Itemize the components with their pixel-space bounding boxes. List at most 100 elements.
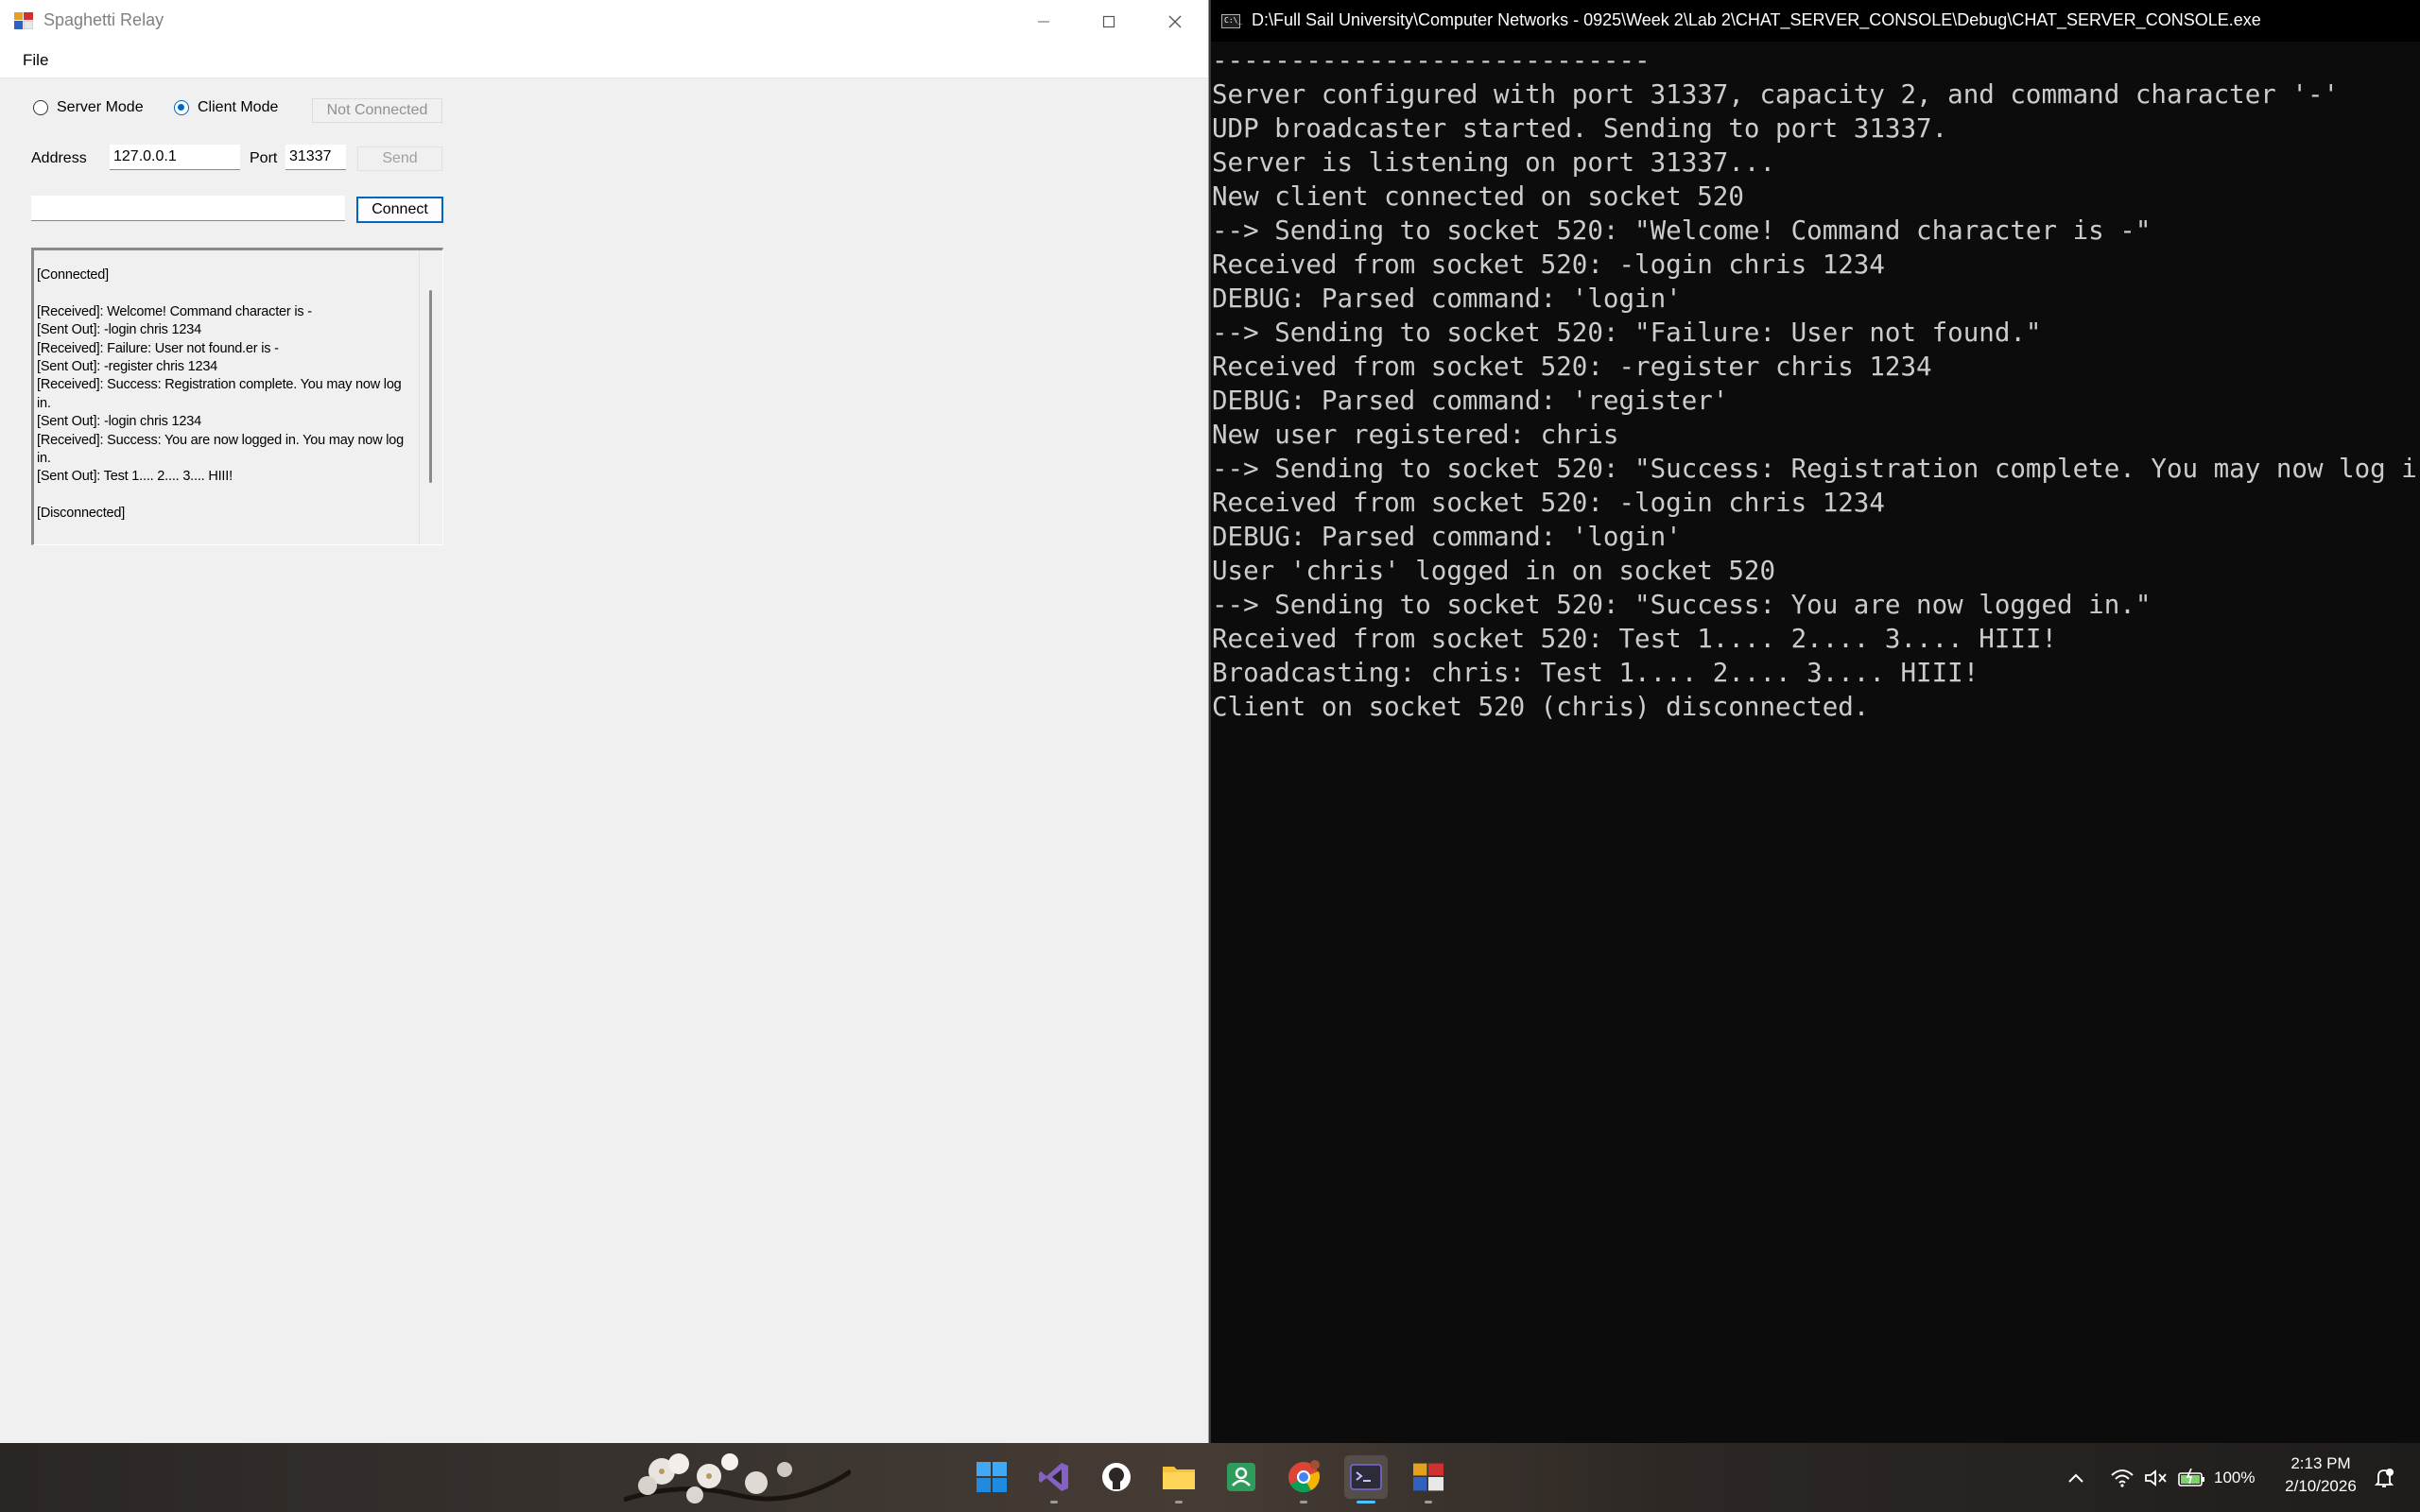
menu-file[interactable]: File <box>23 51 48 70</box>
visual-studio-indicator <box>1050 1501 1058 1503</box>
chat-log-line <box>37 284 415 302</box>
clock-date: 2/10/2026 <box>2285 1477 2357 1495</box>
chat-log-scrollbar[interactable] <box>419 250 442 544</box>
chat-log-line: [Received]: Welcome! Command character i… <box>37 303 312 319</box>
console-line: DEBUG: Parsed command: 'login' <box>1212 284 1682 314</box>
console-line: UDP broadcaster started. Sending to port… <box>1212 113 1948 144</box>
terminal-icon <box>1350 1464 1382 1490</box>
minimize-button[interactable] <box>1011 0 1077 43</box>
tray-volume[interactable] <box>2144 1443 2169 1512</box>
spaghetti-relay-indicator <box>1425 1501 1432 1503</box>
console-line: Received from socket 520: Test 1.... 2..… <box>1212 624 2058 654</box>
client-mode-radio[interactable]: Client Mode <box>174 99 278 116</box>
desktop: Spaghetti Relay File Server Mode Client … <box>0 0 2420 1512</box>
console-app-icon: C:\_ <box>1221 14 1242 28</box>
console-title: D:\Full Sail University\Computer Network… <box>1252 10 2261 29</box>
console-line: Broadcasting: chris: Test 1.... 2.... 3.… <box>1212 658 1979 688</box>
taskbar-terminal[interactable] <box>1344 1455 1388 1503</box>
port-label: Port <box>250 150 278 166</box>
spaghetti-relay-icon <box>1413 1463 1443 1491</box>
address-label: Address <box>31 150 87 166</box>
message-input[interactable] <box>31 196 345 221</box>
tray-battery[interactable]: 100% <box>2178 1443 2255 1512</box>
maximize-button[interactable] <box>1076 0 1142 43</box>
chat-log-line: [Sent Out]: -login chris 1234 <box>37 414 201 430</box>
connection-status-label: Not Connected <box>312 98 442 123</box>
terminal-indicator <box>1357 1501 1375 1503</box>
wifi-icon <box>2111 1469 2134 1487</box>
chat-log-lines: [Connected] [Received]: Welcome! Command … <box>37 266 415 524</box>
menu-bar: File <box>0 43 1208 78</box>
taskbar-file-explorer[interactable] <box>1157 1455 1201 1503</box>
close-button[interactable] <box>1142 0 1208 43</box>
console-line: Client on socket 520 (chris) disconnecte… <box>1212 692 1870 722</box>
chat-log-line: [Received]: Failure: User not found.er i… <box>37 340 279 356</box>
visual-studio-icon <box>1039 1463 1068 1491</box>
taskbar-github-desktop[interactable] <box>1095 1455 1138 1499</box>
console-line: Received from socket 520: -register chri… <box>1212 352 1932 382</box>
chat-log-scroll-thumb[interactable] <box>429 290 432 483</box>
taskbar-chrome[interactable] <box>1282 1455 1325 1503</box>
github-desktop-icon <box>1102 1463 1131 1491</box>
chat-log-line: [Received]: Success: You are now logged … <box>37 432 407 467</box>
contacts-icon <box>1227 1463 1255 1491</box>
minimize-icon <box>1038 21 1049 23</box>
console-line: --> Sending to socket 520: "Success: Reg… <box>1212 454 2417 484</box>
start-button[interactable] <box>970 1455 1013 1499</box>
tray-notifications[interactable] <box>2373 1443 2395 1512</box>
start-icon <box>977 1462 1007 1492</box>
taskbar-spaghetti-relay[interactable] <box>1407 1455 1450 1503</box>
relay-titlebar[interactable]: Spaghetti Relay <box>0 0 1208 43</box>
chat-log-line: [Received]: Success: Registration comple… <box>37 377 406 411</box>
taskbar-contacts[interactable] <box>1219 1455 1263 1499</box>
chat-log-line: [Disconnected] <box>37 506 126 522</box>
chat-log-line: [Sent Out]: -login chris 1234 <box>37 322 201 338</box>
spaghetti-relay-window: Spaghetti Relay File Server Mode Client … <box>0 0 1209 1443</box>
tray-network[interactable] <box>2110 1443 2135 1512</box>
chrome-indicator <box>1300 1501 1307 1503</box>
send-button[interactable]: Send <box>357 146 442 171</box>
chat-log-line <box>37 487 415 505</box>
taskbar-visual-studio[interactable] <box>1032 1455 1076 1503</box>
console-line: New user registered: chris <box>1212 420 1619 450</box>
console-line: Server configured with port 31337, capac… <box>1212 79 2340 110</box>
taskbar-clock[interactable]: 2:13 PM 2/10/2026 <box>2269 1452 2373 1498</box>
taskbar: 100% 2:13 PM 2/10/2026 <box>0 1443 2420 1512</box>
console-output[interactable]: ---------------------------- Server confi… <box>1212 43 2417 724</box>
console-line: --> Sending to socket 520: "Success: You… <box>1212 590 2152 620</box>
chat-log-line: [Connected] <box>37 267 109 283</box>
console-line: ---------------------------- <box>1212 45 1651 76</box>
console-line: DEBUG: Parsed command: 'register' <box>1212 386 1729 416</box>
chrome-icon <box>1288 1460 1321 1493</box>
speaker-muted-icon <box>2145 1469 2167 1486</box>
chevron-up-icon <box>2068 1473 2083 1483</box>
chat-log-line: [Sent Out]: -register chris 1234 <box>37 359 218 375</box>
clock-time: 2:13 PM <box>2290 1454 2351 1472</box>
connect-button[interactable]: Connect <box>356 197 443 223</box>
console-line: --> Sending to socket 520: "Welcome! Com… <box>1212 215 2152 246</box>
battery-percent: 100% <box>2214 1468 2256 1486</box>
notification-bell-icon <box>2374 1468 2394 1487</box>
window-title: Spaghetti Relay <box>43 10 164 29</box>
console-titlebar[interactable]: C:\_ D:\Full Sail University\Computer Ne… <box>1211 0 2420 42</box>
maximize-icon <box>1102 15 1115 28</box>
port-input[interactable] <box>285 145 346 170</box>
console-line: Received from socket 520: -login chris 1… <box>1212 249 1885 280</box>
console-line: Server is listening on port 31337... <box>1212 147 1776 178</box>
tray-overflow[interactable] <box>2066 1443 2085 1512</box>
file-explorer-indicator <box>1175 1501 1183 1503</box>
chat-log[interactable]: [Connected] [Received]: Welcome! Command … <box>31 248 443 545</box>
wallpaper-flowers <box>624 1453 851 1503</box>
console-line: DEBUG: Parsed command: 'login' <box>1212 522 1682 552</box>
chat-log-line: [Sent Out]: Test 1.... 2.... 3.... HIII! <box>37 469 233 485</box>
battery-charging-icon <box>2178 1468 2204 1486</box>
console-line: User 'chris' logged in on socket 520 <box>1212 556 1776 586</box>
console-line: New client connected on socket 520 <box>1212 181 1744 212</box>
server-mode-radio[interactable]: Server Mode <box>33 99 144 116</box>
address-input[interactable] <box>110 145 240 170</box>
relay-app-icon <box>14 12 33 29</box>
server-mode-radio-circle[interactable] <box>33 100 48 115</box>
file-explorer-icon <box>1163 1467 1195 1489</box>
server-mode-label: Server Mode <box>57 99 144 115</box>
client-mode-radio-circle[interactable] <box>174 100 189 115</box>
